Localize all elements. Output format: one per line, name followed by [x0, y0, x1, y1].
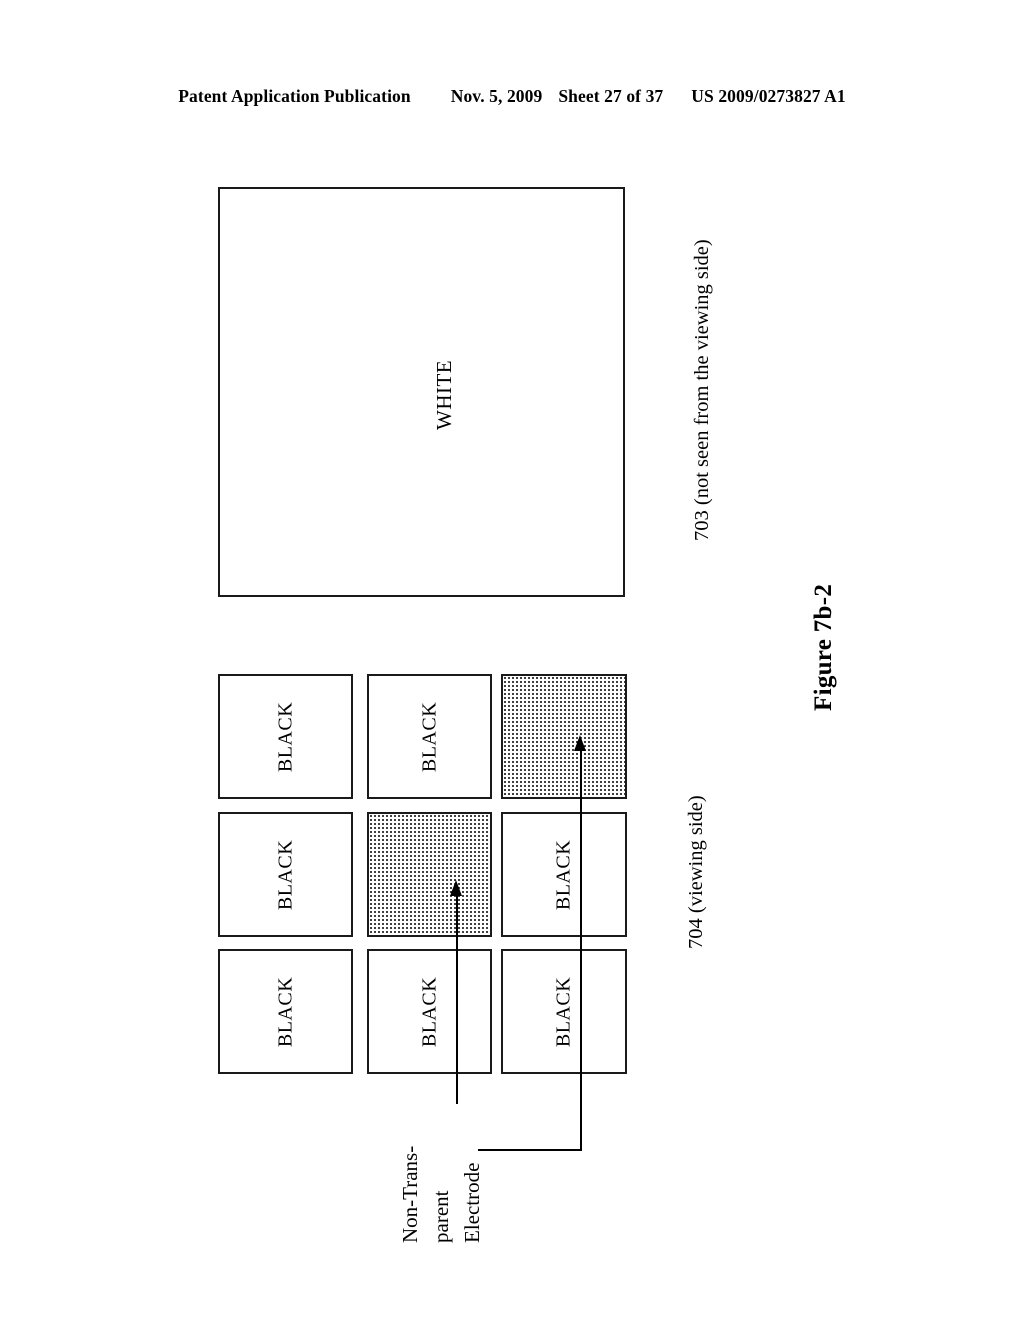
leader-arrowhead-center [450, 880, 462, 896]
leader-line-center [456, 893, 459, 1104]
grid-cell-r1c1: BLACK [218, 674, 353, 799]
grid-cell-label: BLACK [418, 701, 440, 772]
electrode-label-line2: parent [429, 1190, 453, 1243]
grid-cell-label: BLACK [552, 839, 575, 910]
grid-cell-label: BLACK [274, 701, 296, 772]
grid-cell-r2c3: BLACK [501, 812, 627, 937]
grid-cell-r3c3: BLACK [501, 949, 627, 1074]
header-date: Nov. 5, 2009 [450, 86, 543, 106]
grid-cell-r2c2-electrode [367, 812, 492, 937]
grid-cell-label: BLACK [552, 976, 575, 1047]
grid-cell-label: BLACK [418, 976, 440, 1047]
grid-cell-r2c1: BLACK [218, 812, 353, 937]
grid-cell-label: BLACK [274, 976, 296, 1047]
white-panel-label: WHITE [432, 359, 456, 430]
header-publication: Patent Application Publication [178, 86, 411, 106]
electrode-label-line3: Electrode [460, 1162, 484, 1243]
grid-cell-r1c2: BLACK [367, 674, 492, 799]
grid-cell-r3c1: BLACK [218, 949, 353, 1074]
patent-drawing-page: Patent Application Publication Nov. 5, 2… [0, 0, 1024, 1320]
header-sheet: Sheet 27 of 37 [558, 86, 664, 106]
reference-label-704: 704 (viewing side) [685, 795, 707, 949]
white-panel-703 [218, 187, 625, 597]
leader-line-right-horizontal [478, 1149, 582, 1152]
leader-line-right-vertical [580, 748, 583, 1151]
grid-cell-label: BLACK [274, 839, 296, 910]
header-patent-number: US 2009/0273827 A1 [691, 86, 846, 106]
electrode-label-line1: Non-Trans- [398, 1145, 422, 1243]
grid-cell-r1c3-electrode [501, 674, 627, 799]
figure-caption: Figure 7b-2 [810, 583, 837, 711]
reference-label-703: 703 (not seen from the viewing side) [691, 239, 713, 541]
leader-arrowhead-right [574, 735, 586, 751]
page-header: Patent Application Publication Nov. 5, 2… [0, 86, 1024, 112]
grid-cell-r3c2: BLACK [367, 949, 492, 1074]
